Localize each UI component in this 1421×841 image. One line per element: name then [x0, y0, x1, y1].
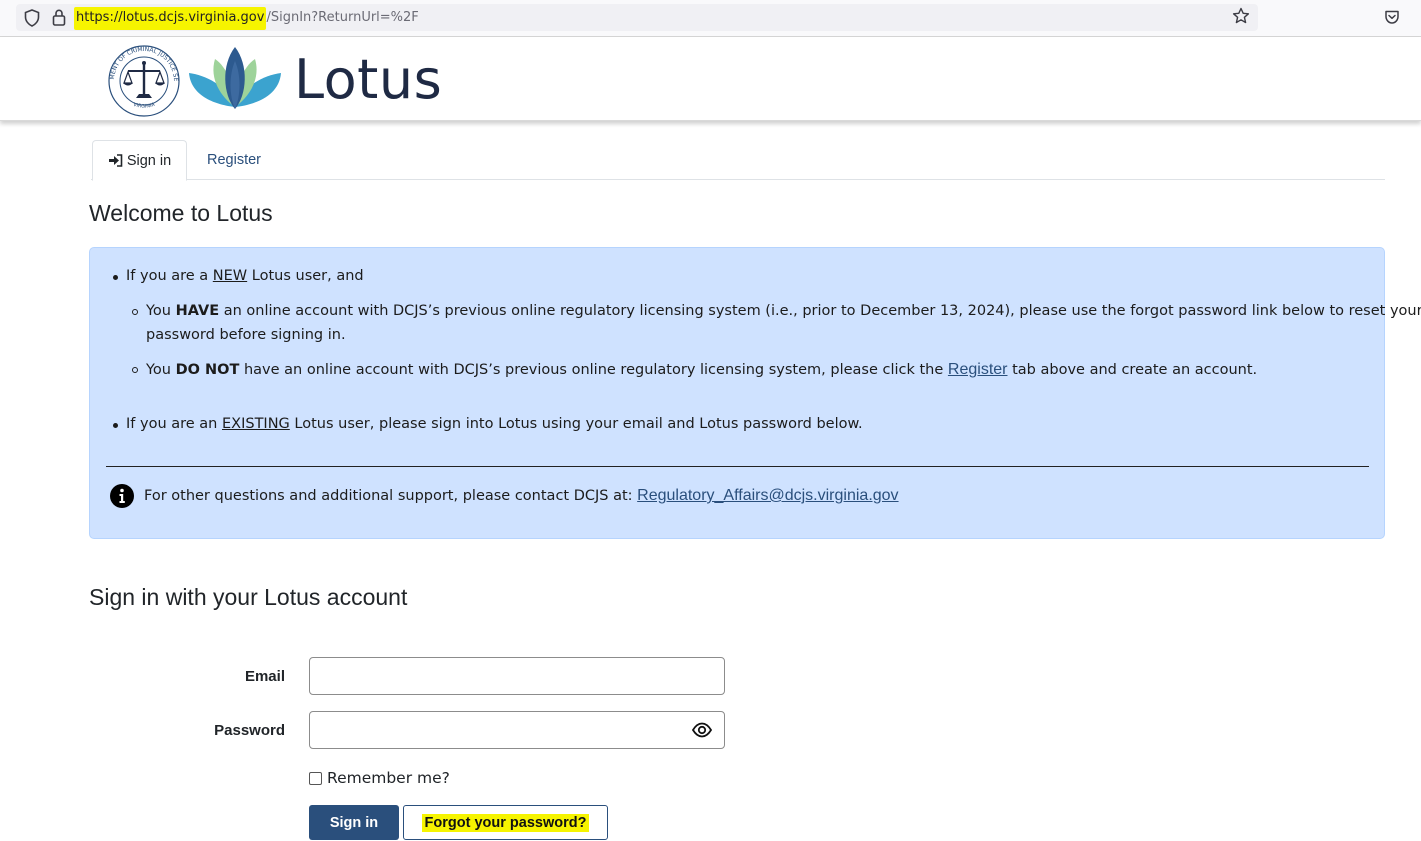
donot-emphasis: DO NOT: [175, 362, 240, 378]
register-link[interactable]: Register: [948, 361, 1008, 378]
password-label: Password: [214, 722, 285, 739]
brand-name: Lotus: [294, 48, 443, 111]
signin-title: Sign in with your Lotus account: [89, 584, 408, 610]
sign-in-arrow-icon: [108, 154, 123, 167]
donot-suffix: tab above and create an account.: [1007, 362, 1258, 378]
info-alert: If you are a NEW Lotus user, and You HAV…: [89, 247, 1421, 539]
circle-bullet: [132, 309, 138, 315]
remember-me-checkbox[interactable]: [309, 772, 322, 785]
existing-suffix: Lotus user, please sign into Lotus using…: [289, 416, 863, 432]
have-emphasis: HAVE: [175, 303, 220, 319]
show-password-eye-icon[interactable]: [692, 722, 712, 738]
url-text[interactable]: https://lotus.dcjs.virginia.gov/SignIn?R…: [74, 7, 419, 30]
bullet-dot: [113, 423, 118, 428]
info-divider: [106, 466, 1369, 467]
lock-icon[interactable]: [52, 9, 66, 26]
existing-prefix: If you are an: [126, 416, 222, 432]
info-circle-icon: [110, 484, 134, 508]
tab-sign-in[interactable]: Sign in: [92, 140, 187, 181]
browser-toolbar: https://lotus.dcjs.virginia.gov/SignIn?R…: [0, 0, 1421, 37]
auth-tabs: Sign in Register: [91, 140, 1385, 181]
lotus-flower-logo: [189, 47, 281, 109]
contact-text: For other questions and additional suppo…: [144, 488, 638, 504]
have-prefix: You: [146, 303, 176, 319]
new-user-suffix: Lotus user, and: [247, 268, 364, 284]
new-user-emphasis: NEW: [212, 268, 248, 284]
bookmark-star-icon[interactable]: [1232, 7, 1250, 25]
existing-user-line: If you are an EXISTING Lotus user, pleas…: [126, 416, 863, 432]
have-account-line-1: You HAVE an online account with DCJS’s p…: [146, 303, 1421, 319]
password-field[interactable]: [309, 711, 725, 749]
have-line-1-text: an online account with DCJS’s previous o…: [219, 303, 1421, 319]
welcome-title: Welcome to Lotus: [89, 200, 273, 226]
new-user-prefix: If you are a: [126, 268, 213, 284]
new-user-line: If you are a NEW Lotus user, and: [126, 268, 364, 284]
have-account-line-2: password before signing in.: [146, 327, 346, 343]
contact-line: For other questions and additional suppo…: [144, 487, 899, 505]
shield-icon[interactable]: [24, 9, 40, 27]
url-path: /SignIn?ReturnUrl=%2F: [266, 10, 419, 25]
remember-me-label[interactable]: Remember me?: [327, 769, 450, 787]
tab-sign-in-label: Sign in: [126, 152, 172, 169]
donot-middle: have an online account with DCJS’s previ…: [239, 362, 948, 378]
dcjs-seal-logo: DEPARTMENT OF CRIMINAL JUSTICE SERVICES …: [104, 44, 180, 117]
donot-prefix: You: [146, 362, 176, 378]
no-account-line: You DO NOT have an online account with D…: [146, 361, 1257, 379]
forgot-password-label: Forgot your password?: [421, 813, 590, 832]
sign-in-button[interactable]: Sign in: [309, 805, 399, 840]
tab-register[interactable]: Register: [207, 140, 261, 180]
tab-register-label: Register: [207, 152, 261, 168]
existing-emphasis: EXISTING: [222, 416, 290, 432]
forgot-password-button[interactable]: Forgot your password?: [403, 805, 608, 840]
circle-bullet: [132, 367, 138, 373]
bullet-dot: [113, 275, 118, 280]
email-label: Email: [244, 668, 285, 685]
pocket-icon[interactable]: [1384, 9, 1400, 25]
contact-email-link[interactable]: Regulatory_Affairs@dcjs.virginia.gov: [637, 487, 898, 504]
email-field[interactable]: [309, 657, 725, 695]
url-highlighted-domain: https://lotus.dcjs.virginia.gov: [74, 7, 267, 30]
